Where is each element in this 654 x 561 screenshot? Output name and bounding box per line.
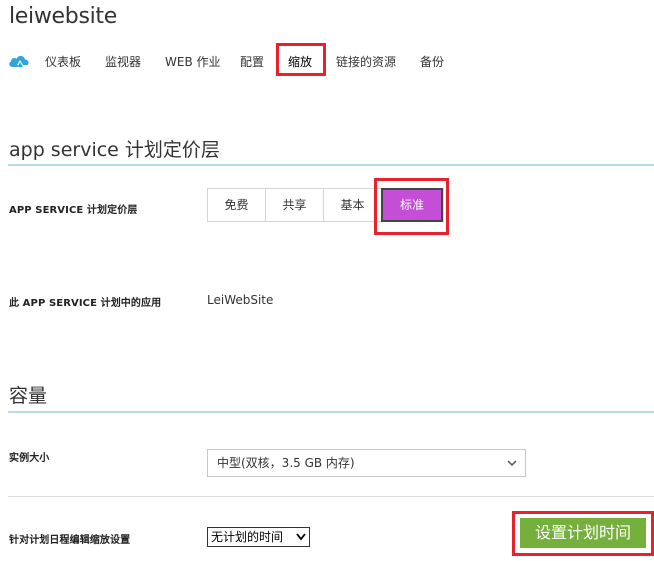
chevron-down-icon bbox=[507, 460, 517, 467]
schedule-label: 针对计划日程编辑缩放设置 bbox=[9, 535, 131, 546]
tab-linked-resources[interactable]: 链接的资源 bbox=[336, 53, 396, 70]
tab-dashboard[interactable]: 仪表板 bbox=[45, 53, 81, 70]
pricing-tier-label: APP SERVICE 计划定价层 bbox=[9, 205, 138, 216]
schedule-button-highlight bbox=[512, 511, 654, 556]
tab-monitor[interactable]: 监视器 bbox=[105, 53, 141, 70]
tier-free-button[interactable]: 免费 bbox=[208, 189, 266, 221]
tab-webjobs[interactable]: WEB 作业 bbox=[165, 53, 221, 70]
pricing-section-divider bbox=[8, 164, 654, 166]
instance-size-label: 实例大小 bbox=[9, 453, 50, 464]
instance-size-value: 中型(双核，3.5 GB 内存) bbox=[217, 456, 355, 470]
schedule-select[interactable]: 无计划的时间 bbox=[207, 527, 310, 547]
capacity-section-title: 容量 bbox=[9, 385, 48, 407]
top-nav: 仪表板 监视器 WEB 作业 配置 缩放 链接的资源 备份 bbox=[8, 44, 648, 76]
apps-in-plan-value: LeiWebSite bbox=[207, 293, 274, 307]
chevron-down-icon bbox=[296, 533, 306, 541]
app-title: leiwebsite bbox=[9, 4, 117, 29]
tab-configure[interactable]: 配置 bbox=[240, 53, 264, 70]
apps-in-plan-label: 此 APP SERVICE 计划中的应用 bbox=[9, 298, 162, 309]
schedule-value: 无计划的时间 bbox=[211, 530, 284, 544]
tier-shared-button[interactable]: 共享 bbox=[266, 189, 324, 221]
instance-size-select[interactable]: 中型(双核，3.5 GB 内存) bbox=[207, 449, 526, 477]
tab-backups[interactable]: 备份 bbox=[420, 53, 444, 70]
capacity-row-divider bbox=[8, 496, 654, 497]
pricing-section-title: app service 计划定价层 bbox=[9, 139, 220, 161]
standard-tier-highlight bbox=[374, 178, 449, 235]
azure-cloud-icon[interactable] bbox=[8, 53, 30, 69]
capacity-section-divider bbox=[8, 411, 654, 413]
scale-tab-highlight bbox=[276, 43, 326, 76]
